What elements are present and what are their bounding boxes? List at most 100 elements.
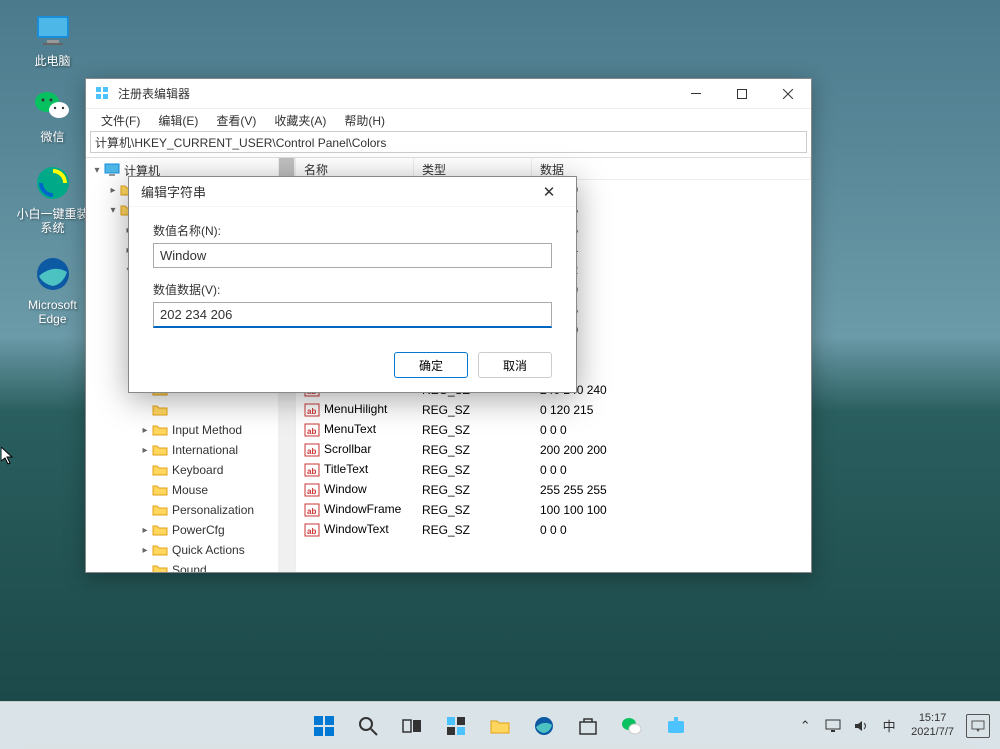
title-bar[interactable]: 注册表编辑器 (86, 79, 811, 109)
string-value-icon: ab (304, 482, 320, 498)
cursor-icon (1, 447, 17, 472)
xiaobai-icon (33, 163, 73, 203)
network-icon[interactable] (823, 716, 843, 736)
tree-label: PowerCfg (172, 523, 225, 537)
svg-text:ab: ab (307, 467, 316, 476)
tree-item-sound[interactable]: Sound (138, 560, 295, 572)
tree-item-keyboard[interactable]: Keyboard (138, 460, 295, 480)
tree-spacer (138, 485, 152, 496)
desktop-icon-xiaobai[interactable]: 小白一键重装系统 (15, 163, 90, 236)
volume-icon[interactable] (851, 716, 871, 736)
chevron-down-icon[interactable]: ▾ (106, 205, 120, 216)
desktop-icon-edge[interactable]: Microsoft Edge (15, 254, 90, 327)
desktop-icon-wechat[interactable]: 微信 (15, 86, 90, 144)
list-row[interactable]: abScrollbarREG_SZ200 200 200 (296, 440, 811, 460)
chevron-right-icon[interactable]: ▸ (106, 185, 120, 196)
cell-data: 200 200 200 (532, 443, 811, 457)
clock[interactable]: 15:17 2021/7/7 (907, 712, 958, 740)
svg-text:ab: ab (307, 427, 316, 436)
close-button[interactable] (765, 79, 811, 109)
dialog-close-button[interactable]: ✕ (534, 178, 564, 206)
dialog-title-bar[interactable]: 编辑字符串 ✕ (129, 177, 576, 207)
task-view-button[interactable] (392, 706, 432, 746)
tree-spacer (138, 465, 152, 476)
menu-edit[interactable]: 编辑(E) (149, 110, 207, 131)
value-data-input[interactable] (153, 302, 552, 328)
tree-item[interactable] (138, 400, 295, 420)
regedit-icon (94, 86, 110, 102)
tree-label: Sound (172, 563, 207, 572)
tree-label: Mouse (172, 483, 208, 497)
cancel-button[interactable]: 取消 (478, 352, 552, 378)
tree-label: Input Method (172, 423, 242, 437)
cell-name: abMenuHilight (296, 402, 414, 418)
wechat-taskbar-button[interactable] (612, 706, 652, 746)
tree-item-international[interactable]: ▸ International (138, 440, 295, 460)
list-row[interactable]: abMenuTextREG_SZ0 0 0 (296, 420, 811, 440)
list-row[interactable]: abTitleTextREG_SZ0 0 0 (296, 460, 811, 480)
explorer-button[interactable] (480, 706, 520, 746)
menu-view[interactable]: 查看(V) (207, 110, 265, 131)
ime-indicator[interactable]: 中 (879, 716, 899, 736)
menu-help[interactable]: 帮助(H) (335, 110, 394, 131)
edge-icon (33, 254, 73, 294)
folder-icon (152, 523, 168, 537)
folder-icon (152, 423, 168, 437)
start-button[interactable] (304, 706, 344, 746)
tree-label: International (172, 443, 238, 457)
desktop-icon-label: Microsoft Edge (15, 298, 90, 327)
search-button[interactable] (348, 706, 388, 746)
tree-label: Quick Actions (172, 543, 245, 557)
edge-taskbar-button[interactable] (524, 706, 564, 746)
tree-item-personalization[interactable]: Personalization (138, 500, 295, 520)
tree-spacer (138, 565, 152, 573)
ok-button[interactable]: 确定 (394, 352, 468, 378)
tray-chevron-icon[interactable]: ⌃ (795, 716, 815, 736)
tree-item-input-method[interactable]: ▸ Input Method (138, 420, 295, 440)
cell-name: abScrollbar (296, 442, 414, 458)
value-name-input[interactable] (153, 243, 552, 268)
chevron-right-icon[interactable]: ▸ (138, 445, 152, 456)
tree-item-mouse[interactable]: Mouse (138, 480, 295, 500)
svg-text:ab: ab (307, 447, 316, 456)
widgets-button[interactable] (436, 706, 476, 746)
edit-string-dialog: 编辑字符串 ✕ 数值名称(N): 数值数据(V): 确定 取消 (128, 176, 577, 393)
list-row[interactable]: abWindowFrameREG_SZ100 100 100 (296, 500, 811, 520)
desktop-icon-this-pc[interactable]: 此电脑 (15, 10, 90, 68)
cell-type: REG_SZ (414, 463, 532, 477)
string-value-icon: ab (304, 462, 320, 478)
chevron-right-icon[interactable]: ▸ (138, 525, 152, 536)
monitor-icon (33, 10, 73, 50)
list-row[interactable]: abWindowREG_SZ255 255 255 (296, 480, 811, 500)
desktop-icon-label: 此电脑 (34, 54, 70, 68)
list-row[interactable]: abWindowTextREG_SZ0 0 0 (296, 520, 811, 540)
svg-text:ab: ab (307, 507, 316, 516)
chevron-down-icon[interactable]: ▾ (90, 165, 104, 176)
store-button[interactable] (568, 706, 608, 746)
cell-data: 255 255 255 (532, 483, 811, 497)
cell-name: abWindowText (296, 522, 414, 538)
taskbar: ⌃ 中 15:17 2021/7/7 (0, 701, 1000, 749)
notifications-button[interactable] (966, 714, 990, 738)
menu-bar: 文件(F) 编辑(E) 查看(V) 收藏夹(A) 帮助(H) (86, 109, 811, 131)
address-bar[interactable]: 计算机\HKEY_CURRENT_USER\Control Panel\Colo… (90, 131, 807, 153)
chevron-right-icon[interactable]: ▸ (138, 425, 152, 436)
cell-name: abWindow (296, 482, 414, 498)
tree-item-quick-actions[interactable]: ▸ Quick Actions (138, 540, 295, 560)
menu-favorites[interactable]: 收藏夹(A) (265, 110, 335, 131)
chevron-right-icon[interactable]: ▸ (138, 545, 152, 556)
list-row[interactable]: abMenuHilightREG_SZ0 120 215 (296, 400, 811, 420)
cell-type: REG_SZ (414, 423, 532, 437)
cell-type: REG_SZ (414, 503, 532, 517)
cell-name: abWindowFrame (296, 502, 414, 518)
svg-text:ab: ab (307, 487, 316, 496)
minimize-button[interactable] (673, 79, 719, 109)
maximize-button[interactable] (719, 79, 765, 109)
cell-data: 100 100 100 (532, 503, 811, 517)
folder-icon (152, 563, 168, 572)
folder-icon (152, 443, 168, 457)
tree-item-powercfg[interactable]: ▸ PowerCfg (138, 520, 295, 540)
app-button[interactable] (656, 706, 696, 746)
menu-file[interactable]: 文件(F) (92, 110, 149, 131)
cell-name: abMenuText (296, 422, 414, 438)
